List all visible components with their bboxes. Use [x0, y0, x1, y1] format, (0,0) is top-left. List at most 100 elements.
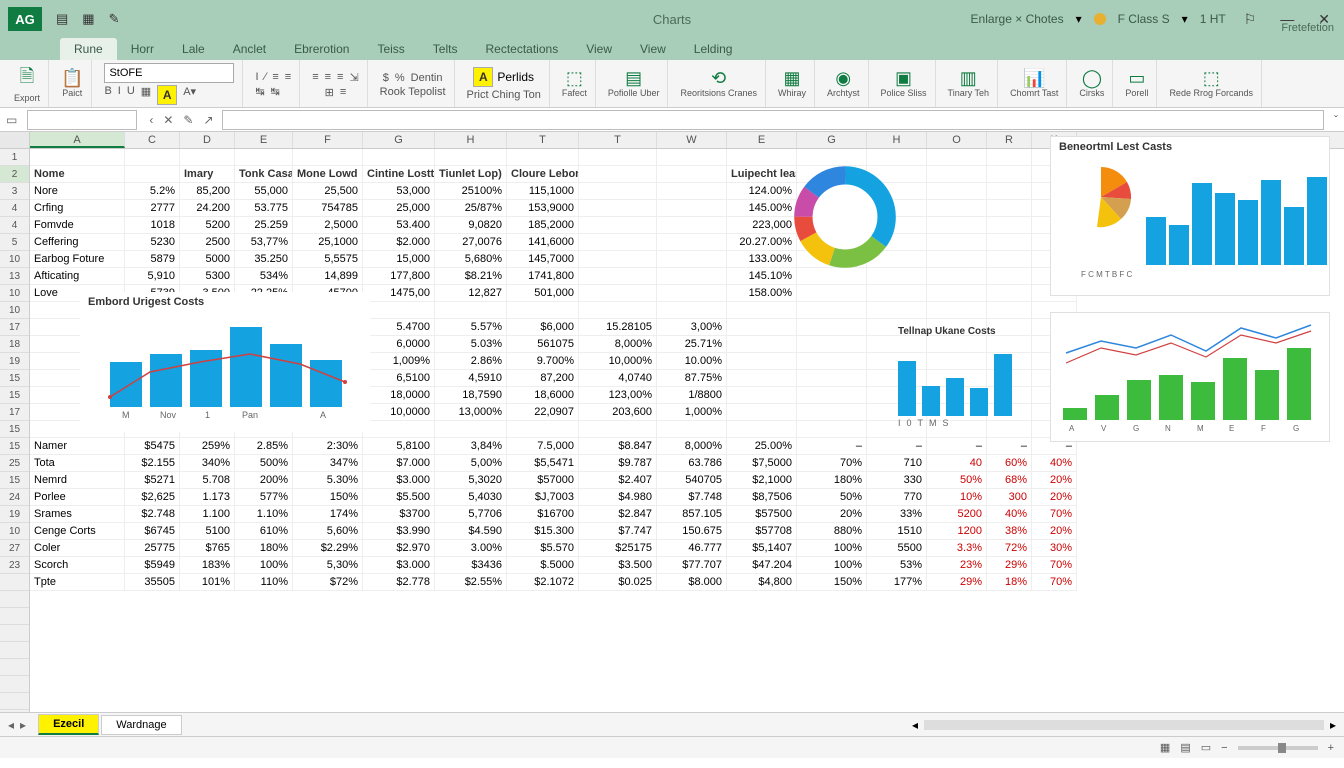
donut-chart[interactable]	[790, 162, 900, 272]
row-header[interactable]: 27	[0, 540, 29, 557]
cell[interactable]	[180, 149, 235, 166]
cancel-icon[interactable]: ‹	[149, 113, 153, 127]
cell[interactable]: 6,5100	[363, 370, 435, 387]
cell[interactable]	[927, 166, 987, 183]
zoom-in-icon[interactable]: +	[1328, 742, 1334, 754]
cell[interactable]	[579, 251, 657, 268]
redo-icon[interactable]: ✎	[109, 11, 120, 27]
col-header[interactable]: E	[727, 132, 797, 148]
cell[interactable]	[125, 149, 180, 166]
cell[interactable]: $5,5471	[507, 455, 579, 472]
bell-icon[interactable]: ⚐	[1238, 9, 1263, 30]
size-icon[interactable]: ∕	[265, 71, 267, 83]
cell[interactable]	[867, 285, 927, 302]
cell[interactable]: Crfing	[30, 200, 125, 217]
tab-rune[interactable]: Rune	[60, 38, 117, 60]
cell[interactable]	[579, 234, 657, 251]
cell[interactable]: $8,7506	[727, 489, 797, 506]
rib-g7[interactable]: 📊Chomrt Tast	[1002, 60, 1067, 107]
cell[interactable]: $5.570	[507, 540, 579, 557]
cell[interactable]: Cintine Lostt	[363, 166, 435, 183]
cell[interactable]: 1,009%	[363, 353, 435, 370]
cell[interactable]: $7,5000	[727, 455, 797, 472]
enter-icon[interactable]: ✕	[163, 113, 173, 127]
cell[interactable]: 1,000%	[657, 404, 727, 421]
cell[interactable]: 180%	[235, 540, 293, 557]
cell[interactable]: $2.778	[363, 574, 435, 591]
cell[interactable]: 40%	[987, 506, 1032, 523]
cell[interactable]: $4.590	[435, 523, 507, 540]
cell[interactable]	[293, 149, 363, 166]
indent-icon[interactable]: ↹	[255, 85, 264, 98]
cell[interactable]: 20%	[1032, 472, 1077, 489]
green-chart[interactable]: A V G N M E F G	[1050, 312, 1330, 442]
expand-icon[interactable]: ↗	[203, 113, 213, 127]
cell[interactable]: Srames	[30, 506, 125, 523]
cell[interactable]: 63.786	[657, 455, 727, 472]
size-up-icon[interactable]: I	[255, 71, 258, 83]
cell[interactable]: 35505	[125, 574, 180, 591]
border-icon[interactable]: ▦	[141, 85, 151, 105]
class-label[interactable]: F Class S	[1118, 12, 1170, 26]
cell[interactable]	[435, 149, 507, 166]
row-header[interactable]: 5	[0, 234, 29, 251]
cell[interactable]: 100%	[797, 540, 867, 557]
cell[interactable]: 5000	[180, 251, 235, 268]
cell[interactable]	[927, 234, 987, 251]
row-header[interactable]	[0, 608, 29, 625]
cell[interactable]	[727, 319, 797, 336]
cell[interactable]: 145,7000	[507, 251, 579, 268]
cell[interactable]: –	[927, 438, 987, 455]
cell[interactable]: 100%	[797, 557, 867, 574]
tab-lelding[interactable]: Lelding	[680, 38, 747, 60]
cell[interactable]: Ceffering	[30, 234, 125, 251]
name-box-icon[interactable]: ▭	[0, 113, 23, 127]
cell[interactable]	[797, 353, 867, 370]
row-header[interactable]: 15	[0, 370, 29, 387]
cell[interactable]	[797, 387, 867, 404]
cell[interactable]: 5300	[180, 268, 235, 285]
rib-g4[interactable]: ◉Archtyst	[819, 60, 869, 107]
cell[interactable]: 177%	[867, 574, 927, 591]
fill-color-button[interactable]: A	[157, 85, 177, 105]
cell[interactable]: 22,0907	[507, 404, 579, 421]
cell[interactable]: 53.400	[363, 217, 435, 234]
cell[interactable]: 14,899	[293, 268, 363, 285]
cell[interactable]: Tpte	[30, 574, 125, 591]
cell[interactable]: 25,500	[293, 183, 363, 200]
cell[interactable]: 18,7590	[435, 387, 507, 404]
cell[interactable]: 87,200	[507, 370, 579, 387]
cell[interactable]: $4.980	[579, 489, 657, 506]
cell[interactable]: 18%	[987, 574, 1032, 591]
row-header[interactable]	[0, 625, 29, 642]
row-header[interactable]: 10	[0, 523, 29, 540]
cell[interactable]	[507, 302, 579, 319]
cell[interactable]: $7.747	[579, 523, 657, 540]
cell[interactable]	[987, 302, 1032, 319]
cell[interactable]: 1.173	[180, 489, 235, 506]
tab-rectect[interactable]: Rectectations	[471, 38, 572, 60]
cell[interactable]: 5200	[180, 217, 235, 234]
cell[interactable]	[797, 370, 867, 387]
cell[interactable]	[927, 149, 987, 166]
cell[interactable]: 15,000	[363, 251, 435, 268]
cell[interactable]: 87.75%	[657, 370, 727, 387]
cell[interactable]: 70%	[797, 455, 867, 472]
cell[interactable]: 29%	[927, 574, 987, 591]
cell[interactable]: Fomvde	[30, 217, 125, 234]
row-header[interactable]: 25	[0, 455, 29, 472]
cell[interactable]: 38%	[987, 523, 1032, 540]
cell[interactable]: 2,5000	[293, 217, 363, 234]
cell[interactable]: $8.847	[579, 438, 657, 455]
cell[interactable]	[657, 234, 727, 251]
col-header[interactable]: H	[867, 132, 927, 148]
cell[interactable]: $8.000	[657, 574, 727, 591]
tab-ebreration[interactable]: Ebrerotion	[280, 38, 363, 60]
cell[interactable]	[867, 302, 927, 319]
align-right-icon[interactable]: ≡	[337, 71, 343, 84]
cell[interactable]: Cenge Corts	[30, 523, 125, 540]
cell[interactable]	[657, 285, 727, 302]
cell[interactable]	[579, 421, 657, 438]
valign-icon[interactable]: ≡	[340, 86, 346, 99]
outdent-icon[interactable]: ↹	[271, 85, 280, 98]
